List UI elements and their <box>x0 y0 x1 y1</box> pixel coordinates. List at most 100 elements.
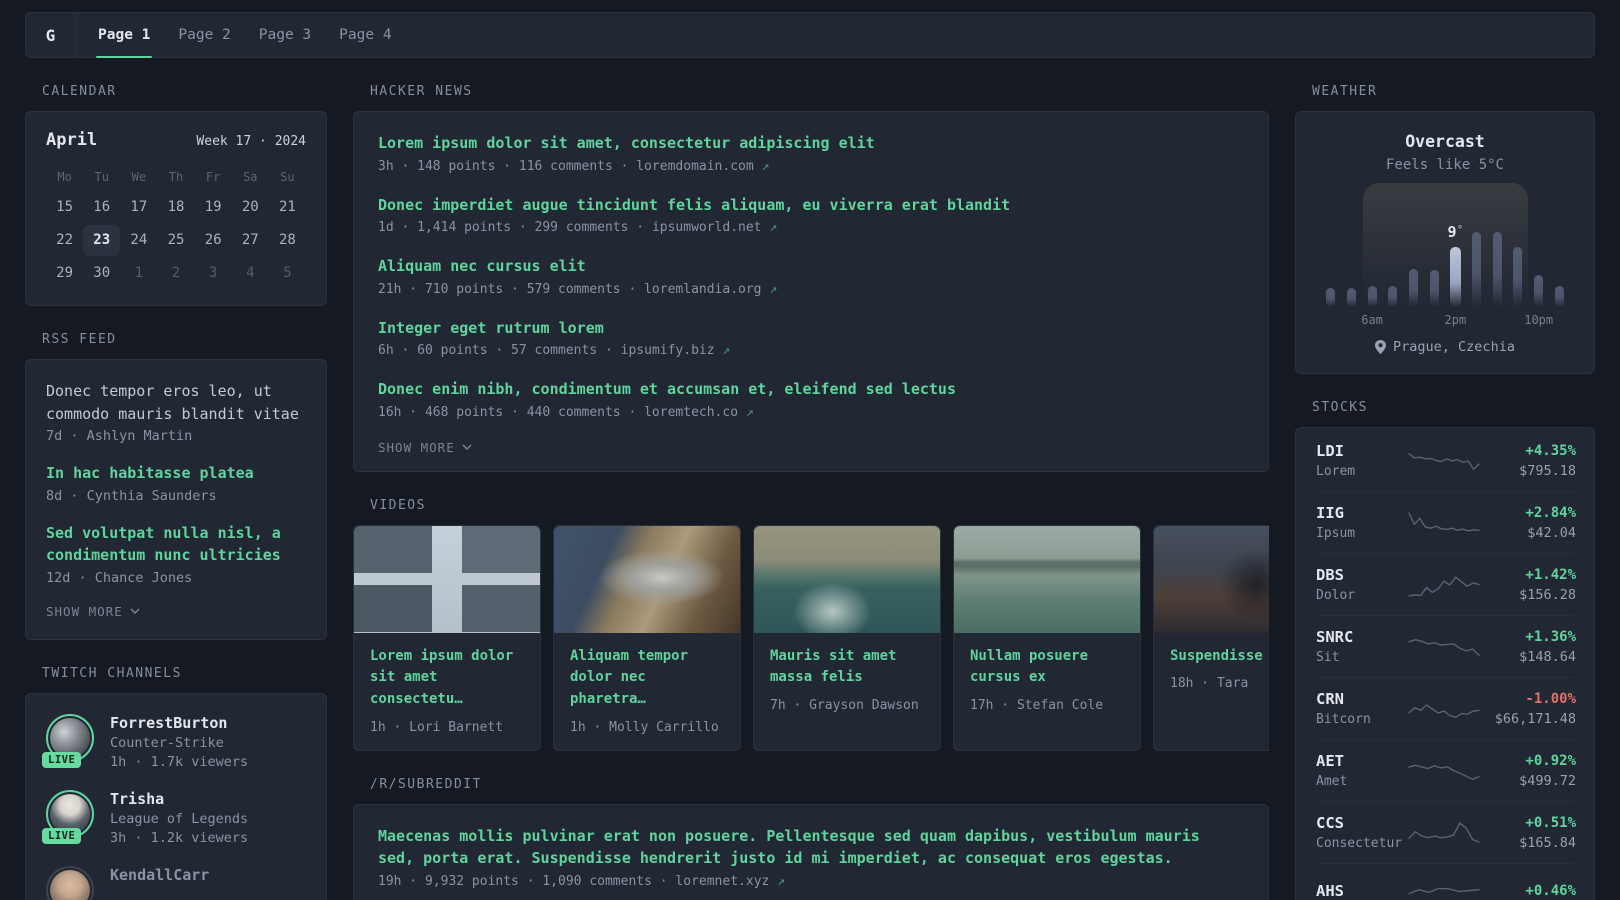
hackernews-item-title[interactable]: Aliquam nec cursus elit <box>378 255 586 278</box>
external-link-icon: ↗ <box>761 158 770 174</box>
hackernews-item: Aliquam nec cursus elit 21h · 710 points … <box>378 255 1244 297</box>
weather-bar <box>1534 275 1544 307</box>
calendar-day: 20 <box>241 199 259 215</box>
rss-item-title[interactable]: In hac habitasse platea <box>46 462 306 485</box>
video-title[interactable]: Aliquam tempor dolor nec pharetra… <box>570 646 724 711</box>
tab-page-4[interactable]: Page 4 <box>325 13 405 57</box>
video-thumbnail[interactable] <box>554 525 740 633</box>
subreddit-card: Maecenas mollis pulvinar erat non posuer… <box>353 803 1269 900</box>
rss-item-title[interactable]: Donec tempor eros leo, ut commodo mauris… <box>46 380 306 425</box>
stock-symbol: CRN <box>1316 690 1344 708</box>
twitch-channel-name[interactable]: ForrestBurton <box>110 714 248 732</box>
tab-page-2[interactable]: Page 2 <box>164 13 244 57</box>
weather-bar <box>1346 288 1356 307</box>
post-domain-link[interactable]: ipsumify.biz ↗ <box>621 343 731 358</box>
twitch-channel-row[interactable]: KendallCarr <box>46 865 306 900</box>
video-card[interactable]: Aliquam tempor dolor nec pharetra… 1h · M… <box>553 524 741 751</box>
avatar[interactable]: LIVE <box>42 713 94 768</box>
weather-feels-like: Feels like 5°C <box>1385 157 1504 173</box>
twitch-channel-name[interactable]: Trisha <box>110 790 248 808</box>
stock-row[interactable]: AET Amet +0.92% $499.72 <box>1316 739 1576 801</box>
video-title[interactable]: Suspendisse diam <box>1170 646 1269 668</box>
hackernews-item-title[interactable]: Lorem ipsum dolor sit amet, consectetur … <box>378 132 875 155</box>
stock-symbol: DBS <box>1316 566 1344 584</box>
stock-row[interactable]: AHS +0.46% <box>1316 863 1576 900</box>
video-card[interactable]: Nullam posuere cursus ex 17h · Stefan Col… <box>953 524 1141 751</box>
weather-time-label: 2pm <box>1444 313 1467 327</box>
post-domain-link[interactable]: loremnet.xyz ↗ <box>675 874 785 889</box>
video-card[interactable]: Lorem ipsum dolor sit amet consectetu… 1h… <box>353 524 541 751</box>
video-thumbnail[interactable] <box>954 525 1140 633</box>
twitch-channel-info: Trisha League of Legends 3h · 1.2k viewers <box>110 790 248 846</box>
weather-bar-column <box>1507 187 1528 327</box>
post-meta: 21h · 710 points · 579 comments · loreml… <box>378 281 778 297</box>
stock-name: Sit <box>1316 650 1340 665</box>
stock-name: Ipsum <box>1316 526 1356 541</box>
stock-change: +1.36% <box>1525 628 1576 645</box>
video-card[interactable]: Mauris sit amet massa felis 7h · Grayson … <box>753 524 941 751</box>
stock-row[interactable]: CRN Bitcorn -1.00% $66,171.48 <box>1316 677 1576 739</box>
stock-values: +1.42% $156.28 <box>1480 567 1576 603</box>
post-domain-link[interactable]: loremdomain.com ↗ <box>636 159 769 174</box>
twitch-channel-row[interactable]: LIVE ForrestBurton Counter-Strike 1h · 1.7k… <box>42 713 306 770</box>
video-thumbnail[interactable] <box>754 525 940 633</box>
weather-bar <box>1492 232 1502 307</box>
avatar[interactable]: LIVE <box>42 789 94 844</box>
hackernews-item-title[interactable]: Integer eget rutrum lorem <box>378 317 604 340</box>
weather-bar <box>1513 247 1523 307</box>
twitch-channel-row[interactable]: LIVE Trisha League of Legends 3h · 1.2k vie… <box>42 789 306 846</box>
stock-row[interactable]: IIG Ipsum +2.84% $42.04 <box>1316 491 1576 553</box>
hackernews-item-title[interactable]: Donec imperdiet augue tincidunt felis al… <box>378 194 1010 217</box>
avatar[interactable] <box>46 865 94 900</box>
stock-row[interactable]: DBS Dolor +1.42% $156.28 <box>1316 553 1576 615</box>
post-domain-link[interactable]: loremlandia.org ↗ <box>644 282 777 297</box>
video-title[interactable]: Lorem ipsum dolor sit amet consectetu… <box>370 646 524 711</box>
show-more-button[interactable]: SHOW MORE <box>378 440 1244 455</box>
post-domain-link[interactable]: ipsumworld.net ↗ <box>652 220 777 235</box>
hackernews-item: Integer eget rutrum lorem 6h · 60 points … <box>378 317 1244 359</box>
twitch-channel-info: KendallCarr <box>110 866 209 900</box>
video-thumbnail[interactable] <box>1154 525 1269 633</box>
video-card[interactable]: Suspendisse diam 18h · Tara <box>1153 524 1269 751</box>
calendar-day-name: Sa <box>243 170 258 184</box>
post-domain-link[interactable]: loremtech.co ↗ <box>644 405 754 420</box>
show-more-button[interactable]: SHOW MORE <box>46 604 306 619</box>
weather-bar-column <box>1487 187 1508 327</box>
video-title[interactable]: Mauris sit amet massa felis <box>770 646 924 689</box>
video-card-body: Lorem ipsum dolor sit amet consectetu… 1h… <box>354 633 540 750</box>
stock-row[interactable]: SNRC Sit +1.36% $148.64 <box>1316 615 1576 677</box>
weather-section: WEATHER Overcast Feels like 5°C 6am 9° 2pm… <box>1295 84 1595 374</box>
post-meta: 16h · 468 points · 440 comments · loremt… <box>378 404 754 420</box>
weather-bar <box>1325 288 1335 307</box>
weather-header: WEATHER <box>1312 84 1378 99</box>
stock-id: AHS <box>1316 882 1408 900</box>
video-card-body: Aliquam tempor dolor nec pharetra… 1h · M… <box>554 633 740 750</box>
stock-price: $66,171.48 <box>1494 710 1576 727</box>
weather-card: Overcast Feels like 5°C 6am 9° 2pm 10pm Pra… <box>1295 111 1595 374</box>
video-thumbnail[interactable] <box>354 525 540 633</box>
left-column: CALENDAR April Week 17 · 2024 Mo Tu We Th Fr… <box>25 84 327 900</box>
twitch-channel-name[interactable]: KendallCarr <box>110 866 209 884</box>
weather-bar <box>1388 286 1398 307</box>
videos-header: VIDEOS <box>370 497 426 513</box>
calendar-day: 17 <box>130 199 148 215</box>
weather-location: Prague, Czechia <box>1393 339 1515 355</box>
hackernews-item-title[interactable]: Donec enim nibh, condimentum et accumsan… <box>378 378 956 401</box>
tab-page-3[interactable]: Page 3 <box>245 13 325 57</box>
weather-bar-column: 10pm <box>1524 187 1553 327</box>
calendar-day: 21 <box>278 199 296 215</box>
twitch-channel-category: League of Legends <box>110 810 249 827</box>
top-navbar: G Page 1 Page 2 Page 3 Page 4 <box>25 12 1595 58</box>
app-logo[interactable]: G <box>26 13 76 57</box>
weather-current-temp: 9° <box>1447 223 1464 241</box>
tab-page-1[interactable]: Page 1 <box>84 13 164 58</box>
stock-id: DBS Dolor <box>1316 566 1408 603</box>
page-tabs: Page 1 Page 2 Page 3 Page 4 <box>84 13 406 58</box>
rss-item-title[interactable]: Sed volutpat nulla nisl, a condimentum n… <box>46 522 306 567</box>
stock-symbol: AHS <box>1316 882 1344 900</box>
calendar-day: 3 <box>208 265 218 281</box>
subreddit-post-title[interactable]: Maecenas mollis pulvinar erat non posuer… <box>378 825 1244 870</box>
video-title[interactable]: Nullam posuere cursus ex <box>970 646 1124 689</box>
stock-row[interactable]: CCS Consectetur +0.51% $165.84 <box>1316 801 1576 863</box>
stock-row[interactable]: LDI Lorem +4.35% $795.18 <box>1316 430 1576 491</box>
